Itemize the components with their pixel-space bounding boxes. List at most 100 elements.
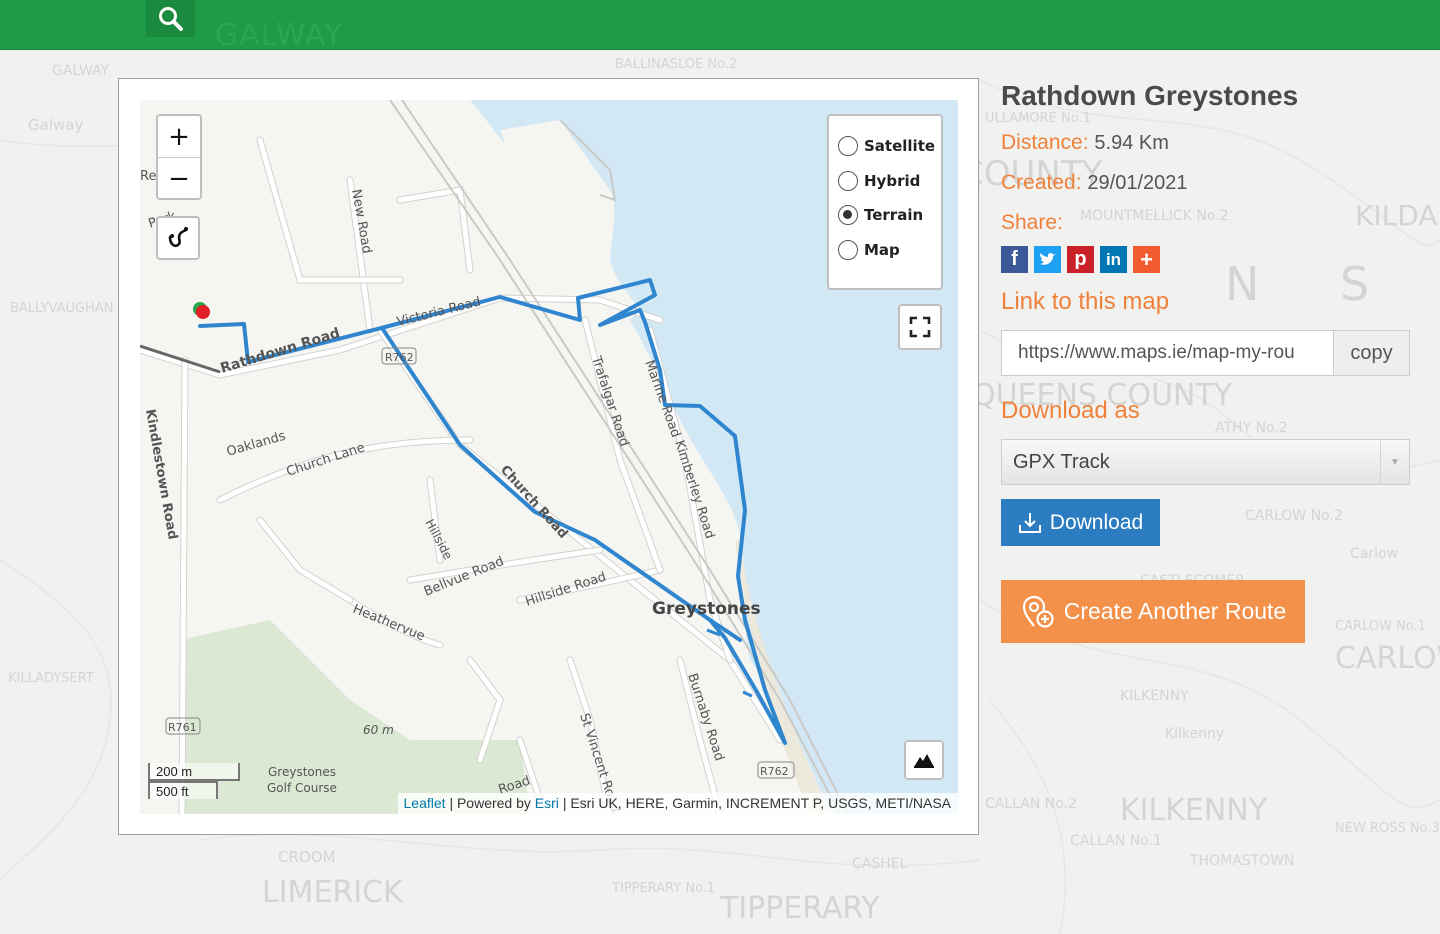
bg-label: KILKENNY	[1120, 688, 1189, 704]
radio-button[interactable]	[838, 136, 858, 157]
share-label-text: Share:	[1001, 211, 1063, 234]
road-label: R762	[760, 765, 789, 778]
road-label: New Road	[348, 188, 374, 255]
fullscreen-button[interactable]	[898, 304, 942, 350]
zoom-in-button[interactable]: +	[158, 116, 200, 158]
map-attribution: Leaflet | Powered by Esri | Esri UK, HER…	[397, 793, 958, 814]
chevron-down-icon: ▼	[1380, 440, 1409, 484]
distance-row: Distance: 5.94 Km	[1001, 130, 1421, 156]
layer-option-map[interactable]: Map	[838, 231, 941, 270]
download-section: Download as	[1001, 398, 1421, 425]
leaflet-link[interactable]: Leaflet	[404, 795, 446, 811]
add-location-icon	[1022, 595, 1054, 628]
bg-label: LIMERICK	[262, 875, 404, 910]
download-icon	[1018, 512, 1041, 533]
twitter-share-button[interactable]	[1034, 246, 1061, 273]
layer-option-terrain[interactable]: Terrain	[838, 196, 941, 235]
draw-route-button[interactable]	[156, 216, 200, 260]
bg-label: BALLINASLOE No.2	[615, 57, 737, 72]
bg-label: CROOM	[278, 848, 335, 866]
layer-switcher: Satellite Hybrid Terrain Map	[827, 114, 943, 290]
elevation-button[interactable]	[904, 740, 944, 780]
road-label: Heathervue	[351, 602, 427, 645]
share-buttons: f p in +	[1001, 246, 1421, 273]
plus-icon: +	[1140, 246, 1153, 272]
mountain-icon	[914, 754, 934, 768]
attribution-text: | Powered by	[449, 795, 531, 811]
topbar-bg-label: GALWAY	[215, 18, 344, 53]
scale-bar: 200 m 500 ft	[148, 763, 240, 799]
linkedin-share-button[interactable]: in	[1100, 246, 1127, 273]
route-sidebar: Rathdown Greystones Distance: 5.94 Km Cr…	[1001, 78, 1421, 643]
bg-label: CASHEL	[852, 856, 908, 872]
road-label: Trafalgar Road	[588, 354, 632, 449]
pinterest-share-button[interactable]: p	[1067, 246, 1094, 273]
esri-link[interactable]: Esri	[535, 795, 559, 811]
layer-option-hybrid[interactable]: Hybrid	[838, 162, 941, 201]
bg-label: Galway	[28, 116, 83, 134]
fullscreen-icon	[909, 316, 931, 338]
layer-label: Hybrid	[864, 171, 921, 190]
bg-label: GALWAY	[52, 63, 110, 79]
layer-option-satellite[interactable]: Satellite	[838, 127, 941, 166]
road-label: Church Lane	[285, 440, 367, 479]
download-button[interactable]: Download	[1001, 499, 1160, 546]
route-end-marker	[196, 305, 210, 319]
bg-label: KILLADYSERT	[8, 671, 94, 686]
road-label: R762	[385, 351, 414, 364]
road-label: Hillside Road	[524, 570, 609, 610]
distance-value: 5.94 Km	[1094, 132, 1169, 154]
bg-label: CARLOW	[1335, 641, 1440, 676]
copy-button[interactable]: copy	[1333, 330, 1410, 376]
linkedin-icon: in	[1105, 249, 1122, 269]
bg-label: TIPPERARY	[719, 891, 880, 926]
bg-label: CALLAN No.1	[1070, 833, 1162, 849]
share-label: Share:	[1001, 210, 1421, 236]
twitter-icon	[1039, 253, 1056, 265]
link-label: Link to this map	[1001, 288, 1170, 315]
route-map[interactable]: New Road Victoria Road Rathdown Road R76…	[140, 100, 958, 814]
link-section: Link to this map	[1001, 289, 1421, 316]
facebook-share-button[interactable]: f	[1001, 246, 1028, 273]
zoom-out-button[interactable]: −	[158, 158, 200, 199]
download-format-select[interactable]: GPX Track ▼	[1001, 439, 1410, 485]
road-label: Oaklands	[225, 429, 288, 460]
radio-button-checked[interactable]	[838, 205, 858, 226]
zoom-control: + −	[156, 114, 202, 200]
search-button[interactable]	[146, 0, 195, 37]
created-row: Created: 29/01/2021	[1001, 170, 1421, 196]
facebook-icon: f	[1011, 248, 1018, 270]
bg-label: CALLAN No.2	[985, 796, 1077, 812]
bg-label: TIPPERARY No.1	[611, 881, 715, 896]
map-link-input[interactable]	[1001, 330, 1333, 376]
created-value: 29/01/2021	[1087, 172, 1188, 194]
bg-label: KILKENNY	[1120, 793, 1268, 828]
road-label: Victoria Road	[395, 294, 482, 329]
download-button-label: Download	[1049, 510, 1144, 534]
radio-button[interactable]	[838, 239, 858, 260]
distance-label: Distance:	[1001, 131, 1089, 154]
bg-label: NEW ROSS No.3	[1335, 821, 1440, 836]
create-route-label: Create Another Route	[1063, 598, 1287, 624]
created-label: Created:	[1001, 171, 1082, 194]
create-route-button[interactable]: Create Another Route	[1001, 580, 1305, 643]
bg-label: THOMASTOWN	[1189, 853, 1295, 869]
layer-label: Map	[864, 240, 900, 259]
radio-button[interactable]	[838, 170, 858, 191]
poi-label: Greystones	[268, 765, 336, 779]
scale-imperial: 500 ft	[148, 781, 218, 799]
layer-label: Terrain	[864, 206, 924, 225]
top-bar: GALWAY	[0, 0, 1440, 53]
road-label: Church Road	[497, 463, 570, 542]
elevation-label: 60 m	[363, 723, 394, 737]
town-label: Greystones	[652, 599, 761, 619]
scale-metric: 200 m	[148, 763, 240, 781]
bg-label: BALLYVAUGHAN	[10, 301, 113, 316]
pinterest-icon: p	[1074, 248, 1087, 270]
bg-label: Kilkenny	[1165, 726, 1224, 742]
more-share-button[interactable]: +	[1133, 246, 1160, 273]
route-draw-icon	[168, 227, 188, 248]
route-title: Rathdown Greystones	[1001, 80, 1299, 111]
download-label: Download as	[1001, 397, 1140, 424]
poi-label: Golf Course	[267, 781, 337, 795]
